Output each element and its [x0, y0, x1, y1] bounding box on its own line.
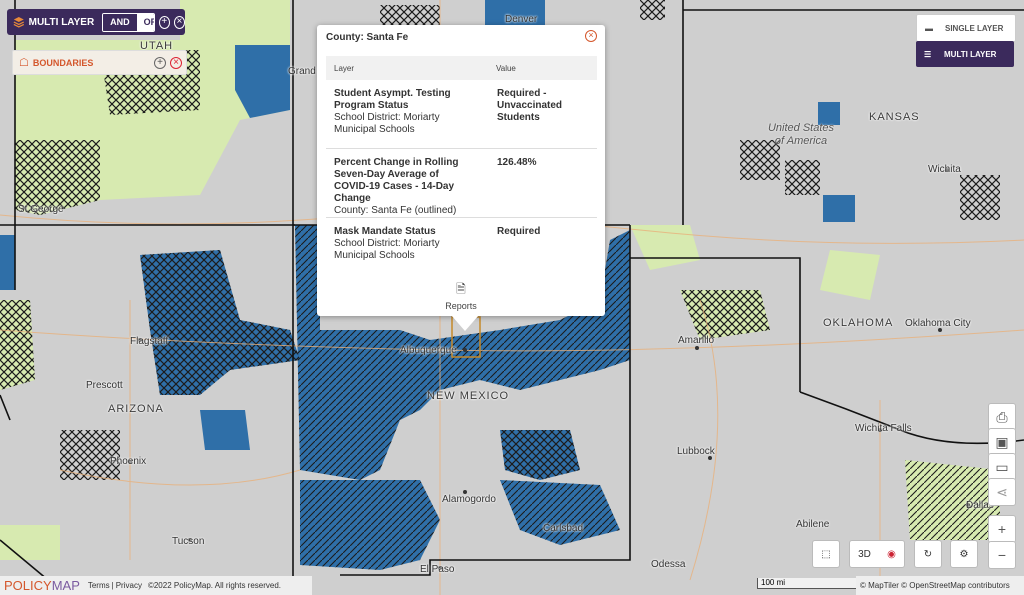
select-tool-icon[interactable]: ⬚ — [812, 540, 840, 568]
zoom-out-label: − — [997, 547, 1007, 563]
zoom-out-button[interactable]: − — [988, 541, 1016, 569]
state-label-new-mexico: NEW MEXICO — [427, 390, 510, 402]
row-detail: School District: Moriarty Municipal Scho… — [334, 112, 440, 135]
boundaries-label: BOUNDARIES — [32, 57, 94, 68]
zoom-in-button[interactable]: + — [988, 515, 1016, 543]
compass-icon[interactable]: ◉ — [887, 549, 896, 560]
city-label-wichita-falls: Wichita Falls — [855, 423, 912, 434]
single-layer-label: SINGLE LAYER — [945, 23, 1004, 33]
table-row: Student Asympt. Testing Program Status Sc… — [326, 80, 597, 149]
city-label-oklahoma-city: Oklahoma City — [905, 318, 971, 329]
toolbar-title: MULTI LAYER — [28, 16, 95, 28]
info-popup: County: Santa Fe × Layer Value Student A… — [317, 25, 605, 331]
popup-title: County: Santa Fe — [326, 32, 409, 43]
city-label-phoenix: Phoenix — [110, 456, 147, 467]
copyright: ©2022 PolicyMap. All rights reserved. — [147, 581, 282, 590]
footer-separator: | — [111, 581, 114, 590]
and-or-toggle: AND OR — [102, 12, 155, 32]
attribution: © MapTiler © OpenStreetMap contributors — [860, 581, 1010, 590]
city-label-denver: Denver — [505, 14, 538, 25]
report-document-icon: 🗎 — [456, 282, 466, 296]
reports-button[interactable]: 🗎 Reports — [441, 280, 481, 311]
policymap-logo: POLICYMAP — [4, 578, 80, 593]
country-label: United States of America — [767, 122, 835, 147]
column-layer: Layer — [334, 64, 355, 73]
boundary-icon: ☖ — [19, 57, 29, 69]
city-label-amarillo: Amarillo — [678, 335, 715, 346]
privacy-link[interactable]: Privacy — [116, 581, 142, 590]
multi-layer-icon: ☰ — [924, 49, 932, 59]
row-layer-name: Student Asympt. Testing Program Status — [334, 88, 451, 111]
popup-pointer — [451, 315, 479, 331]
boundaries-bar[interactable]: ☖ BOUNDARIES + × — [12, 50, 187, 75]
city-label-grand: Grand — [288, 66, 316, 77]
folder-icon[interactable]: ▭ — [988, 453, 1016, 481]
or-button[interactable]: OR — [136, 13, 154, 31]
state-label-oklahoma: OKLAHOMA — [823, 317, 894, 329]
row-detail: County: Santa Fe (outlined) — [334, 205, 457, 216]
save-icon[interactable]: ▣ — [988, 428, 1016, 456]
city-label-carlsbad: Carlsbad — [543, 523, 584, 534]
remove-boundary-icon[interactable]: × — [170, 56, 182, 69]
city-label-albuquerque: Albuquerque — [400, 345, 457, 356]
settings-gear-icon[interactable]: ⚙ — [950, 540, 978, 568]
reports-label: Reports — [445, 301, 477, 311]
state-label-arizona: ARIZONA — [108, 403, 164, 415]
scale-label: 100 mi — [761, 578, 786, 587]
scale-bar: 100 mi — [757, 578, 858, 589]
footer-right: © MapTiler © OpenStreetMap contributors — [856, 576, 1024, 595]
row-value: Required - Unvaccinated Students — [497, 88, 563, 123]
popup-table-header: Layer Value — [326, 56, 597, 80]
add-icon[interactable]: + — [158, 15, 170, 29]
add-boundary-icon[interactable]: + — [154, 56, 166, 69]
and-button[interactable]: AND — [103, 13, 137, 31]
table-row: Percent Change in Rolling Seven-Day Aver… — [326, 149, 597, 218]
city-label-flagstaff: Flagstaff — [130, 336, 169, 347]
layers-icon — [13, 17, 25, 28]
single-layer-button[interactable]: ▬ SINGLE LAYER — [916, 14, 1016, 42]
state-label-kansas: KANSAS — [869, 111, 920, 123]
city-label-tucson: Tucson — [172, 536, 205, 547]
city-label-abilene: Abilene — [796, 519, 830, 530]
refresh-icon[interactable]: ↻ — [914, 540, 942, 568]
print-icon[interactable]: ⎙ — [988, 403, 1016, 431]
popup-close-icon[interactable]: × — [585, 30, 597, 42]
zoom-in-label: + — [997, 521, 1007, 537]
city-label-wichita: Wichita — [928, 164, 961, 175]
city-label-el-paso: El Paso — [420, 564, 455, 575]
table-row: Mask Mandate Status School District: Mori… — [326, 218, 597, 266]
multi-layer-label: MULTI LAYER — [944, 49, 997, 59]
row-detail: School District: Moriarty Municipal Scho… — [334, 238, 440, 261]
view-controls: 3D ◉ — [849, 540, 905, 568]
share-icon[interactable]: ⋖ — [988, 478, 1016, 506]
logo-policy: POLICY — [4, 578, 52, 593]
multi-layer-toolbar: MULTI LAYER AND OR + × — [7, 9, 185, 35]
logo-map: MAP — [51, 578, 80, 593]
three-d-button[interactable]: 3D — [858, 549, 871, 560]
city-label-odessa: Odessa — [651, 559, 686, 570]
row-layer-name: Mask Mandate Status — [334, 226, 436, 237]
single-layer-icon: ▬ — [925, 23, 933, 33]
row-value: 126.48% — [497, 157, 537, 168]
city-label-lubbock: Lubbock — [677, 446, 715, 457]
close-icon[interactable]: × — [173, 15, 185, 29]
city-label-prescott: Prescott — [86, 380, 123, 391]
city-label-st-george: St George — [18, 204, 64, 215]
row-value: Required — [497, 226, 541, 237]
terms-link[interactable]: Terms — [88, 581, 110, 590]
footer-left: POLICYMAP Terms | Privacy ©2022 PolicyMa… — [0, 576, 312, 595]
row-layer-name: Percent Change in Rolling Seven-Day Aver… — [334, 157, 459, 204]
column-value: Value — [496, 64, 516, 73]
city-label-alamogordo: Alamogordo — [442, 494, 496, 505]
multi-layer-button[interactable]: ☰ MULTI LAYER — [916, 41, 1014, 67]
